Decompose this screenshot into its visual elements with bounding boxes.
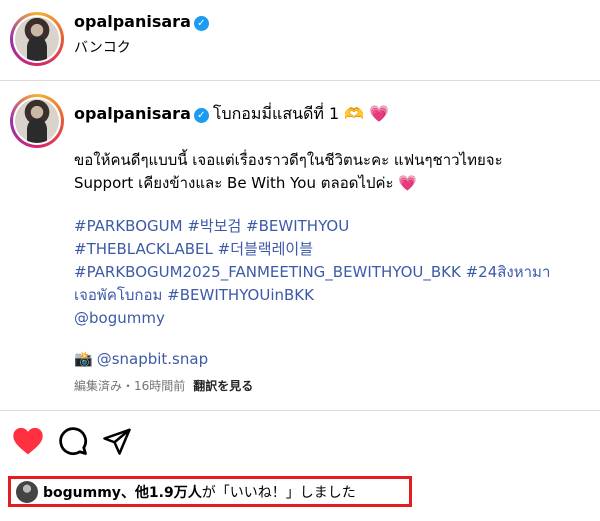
caption-username[interactable]: opalpanisara <box>74 104 191 123</box>
mention-link[interactable]: @bogummy <box>74 307 584 330</box>
pink-heart-emoji: 💗 <box>398 174 418 192</box>
header-avatar[interactable] <box>10 12 64 66</box>
caption-line: ขอให้คนดีๆแบบนี้ เจอแต่เรื่องราวดีๆในชีว… <box>74 151 503 169</box>
photo-credit: 📸 @snapbit.snap <box>74 350 584 368</box>
translate-link[interactable]: 翻訳を見る <box>193 379 253 393</box>
edited-timestamp: 編集済み・16時間前 <box>74 379 186 393</box>
heart-filled-icon[interactable] <box>12 426 44 456</box>
likes-suffix: が「いいね！」しました <box>201 484 356 501</box>
likes-text: bogummy、他1.9万人が「いいね！」しました <box>43 482 356 502</box>
caption-avatar[interactable] <box>10 94 64 148</box>
heart-hands-emoji: 🫶 <box>344 104 365 123</box>
liker-avatar <box>16 480 38 503</box>
hashtag-line[interactable]: เจอพัคโบกอม #BEWITHYOUinBKK <box>74 284 584 307</box>
caption-line: Support เคียงข้างและ Be With You ตลอดไปค… <box>74 174 394 192</box>
likes-summary[interactable]: bogummy、他1.9万人が「いいね！」しました <box>8 476 412 507</box>
divider <box>0 80 600 81</box>
avatar <box>15 99 59 143</box>
paper-plane-icon[interactable] <box>102 426 132 456</box>
caption: opalpanisara ✓ โบกอมมี่แสนดีที่ 1 🫶 💗 ขอให… <box>74 102 584 394</box>
likes-separator: 、 <box>120 484 135 501</box>
header-username[interactable]: opalpanisara <box>74 12 191 31</box>
likes-count[interactable]: 他1.9万人 <box>135 485 202 501</box>
divider <box>0 410 600 411</box>
verified-badge-icon: ✓ <box>193 108 209 123</box>
pink-heart-emoji: 💗 <box>369 104 390 123</box>
caption-title: โบกอมมี่แสนดีที่ 1 <box>212 104 340 123</box>
verified-badge-icon: ✓ <box>193 16 209 31</box>
hashtag-line[interactable]: #PARKBOGUM2025_FANMEETING_BEWITHYOU_BKK … <box>74 261 584 284</box>
post-header: opalpanisara ✓ バンコク <box>74 12 209 57</box>
liker-username[interactable]: bogummy <box>43 485 121 501</box>
camera-icon: 📸 <box>74 350 93 368</box>
location-link[interactable]: バンコク <box>74 37 209 57</box>
post-meta: 編集済み・16時間前 翻訳を見る <box>74 377 584 394</box>
hashtags: #PARKBOGUM #박보검 #BEWITHYOU #THEBLACKLABE… <box>74 215 584 330</box>
comment-icon[interactable] <box>58 426 88 456</box>
caption-text: ขอให้คนดีๆแบบนี้ เจอแต่เรื่องราวดีๆในชีว… <box>74 149 584 195</box>
action-bar <box>12 426 132 456</box>
hashtag-line[interactable]: #THEBLACKLABEL #더블랙레이블 <box>74 238 584 261</box>
snap-handle-link[interactable]: @snapbit.snap <box>97 350 208 368</box>
avatar <box>15 17 59 61</box>
hashtag-line[interactable]: #PARKBOGUM #박보검 #BEWITHYOU <box>74 215 584 238</box>
